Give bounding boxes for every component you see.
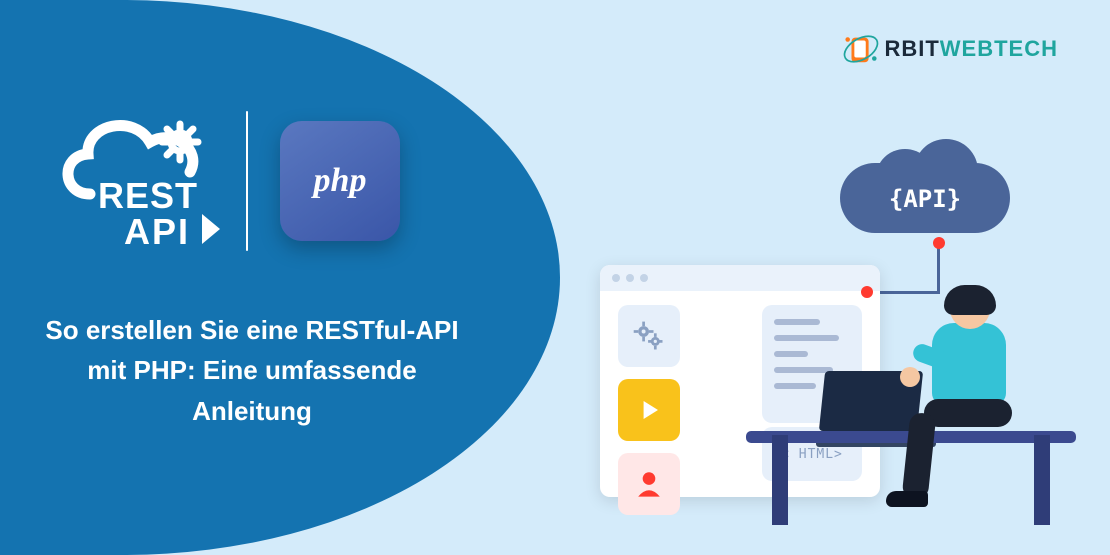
hero-banner: RBITWEBTECH REST API (0, 0, 1110, 555)
play-tile-icon (618, 379, 680, 441)
left-panel (0, 0, 560, 555)
php-logo-icon: php (280, 121, 400, 241)
headline-text: So erstellen Sie eine RESTful-API mit PH… (42, 310, 462, 431)
user-tile-icon (618, 453, 680, 515)
connection-dot-icon (933, 237, 945, 249)
api-cloud-label: {API} (840, 185, 1010, 213)
gears-tile-icon (618, 305, 680, 367)
api-cloud-icon: {API} (840, 145, 1010, 245)
vertical-divider (246, 111, 248, 251)
connector-line (937, 243, 940, 291)
svg-text:API: API (124, 211, 190, 252)
connection-dot-icon (861, 286, 873, 298)
brand-name-part2: WEBTECH (940, 36, 1058, 61)
tile-grid (618, 305, 754, 515)
desk-icon (746, 325, 1076, 525)
brand-name-part1: RBIT (884, 36, 939, 61)
php-label: php (314, 162, 367, 200)
browser-title-bar (600, 265, 880, 291)
svg-text:REST: REST (98, 175, 198, 216)
brand-name: RBITWEBTECH (884, 36, 1058, 62)
person-icon (894, 289, 1044, 533)
developer-illustration: {API} (600, 145, 1070, 525)
rest-api-cloud-icon: REST API (52, 106, 222, 256)
tech-icon-row: REST API php (52, 106, 400, 256)
logo-mark-icon (842, 30, 880, 68)
brand-logo: RBITWEBTECH (842, 30, 1058, 68)
